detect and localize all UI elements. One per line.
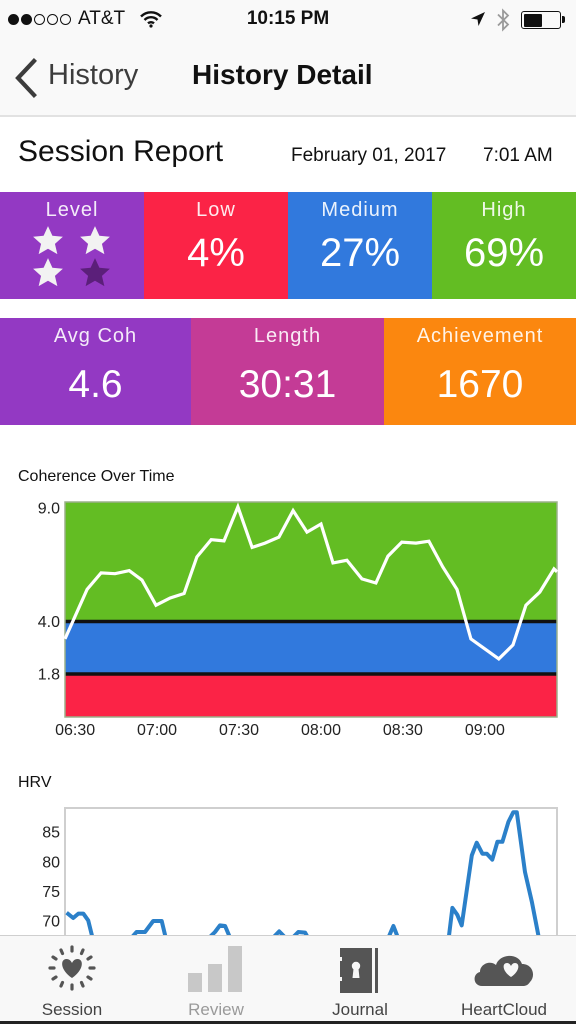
battery-tip [562,16,565,23]
band-low [65,674,557,717]
star-filled-icon [80,226,110,255]
coherence-chart-title: Coherence Over Time [18,468,175,485]
page-title: History Detail [192,59,373,90]
navigation-bar: History History Detail [0,40,576,117]
tab-journal-label: Journal [332,1000,388,1019]
tab-review-label: Review [188,1000,244,1019]
tab-heartcloud-label: HeartCloud [461,1000,547,1019]
tab-session[interactable]: Session [0,936,144,1022]
chevron-left-icon [15,58,37,98]
star-filled-icon [33,258,63,287]
hrv-chart: 85 80 75 70 [42,807,558,935]
length-tile: Length 30:31 [191,318,384,425]
y-tick-label: 85 [42,825,60,842]
y-tick-label: 80 [42,854,60,871]
x-tick-label: 06:30 [55,722,95,739]
medium-tile: Medium 27% [288,192,432,299]
length-label: Length [253,325,322,347]
achievement-value: 1670 [436,363,524,406]
battery-level-fill [523,13,543,27]
achievement-label: Achievement [416,325,544,347]
plot-border [64,807,558,935]
low-tile: Low 4% [144,192,288,299]
x-tick-label: 08:30 [383,722,423,739]
high-value: 69% [463,231,545,275]
x-tick-label: 08:00 [301,722,341,739]
back-button[interactable]: History [0,40,160,115]
star-filled-icon [33,226,63,255]
tab-review[interactable]: Review [144,936,288,1022]
x-tick-label: 07:30 [219,722,259,739]
avg-coherence-label: Avg Coh [53,325,138,347]
heart-burst-icon [48,945,96,991]
bar-chart-icon [188,946,242,992]
session-date: February 01, 2017 [291,145,447,166]
session-report-title: Session Report [18,135,224,168]
tab-session-label: Session [41,1000,103,1019]
low-value: 4% [187,231,245,275]
clock: 10:15 PM [246,8,330,29]
medium-label: Medium [321,199,399,221]
tab-journal[interactable]: Journal [288,936,432,1022]
status-bar: AT&T 10:15 PM [0,0,576,40]
y-tick-label: 1.8 [38,667,60,684]
hrv-chart-title: HRV [18,774,52,791]
achievement-tile: Achievement 1670 [384,318,576,425]
bluetooth-icon [497,8,510,32]
location-arrow-icon [471,12,485,26]
heart-cloud-icon [474,955,534,986]
band-high [65,502,557,622]
medium-value: 27% [319,231,401,275]
length-value: 30:31 [238,363,337,406]
journal-icon [338,948,378,993]
x-tick-label: 07:00 [137,722,177,739]
high-tile: High 69% [432,192,576,299]
y-tick-label: 70 [42,914,60,931]
y-tick-label: 75 [42,884,60,901]
low-label: Low [196,199,236,221]
coherence-chart: 9.0 4.0 1.8 06:30 07:00 07:30 08:00 08:30 09:00 [38,501,559,739]
level-tile: Level [0,192,144,299]
star-empty-icon [80,258,110,287]
tab-heartcloud[interactable]: HeartCloud [432,936,576,1022]
session-time: 7:01 AM [483,145,553,166]
y-tick-label: 4.0 [38,614,60,631]
x-tick-label: 09:00 [465,722,505,739]
high-label: High [481,199,527,221]
avg-coherence-value: 4.6 [68,363,123,406]
level-label: Level [45,199,99,221]
avg-coherence-tile: Avg Coh 4.6 [0,318,191,425]
battery-icon [521,11,561,29]
y-tick-label: 9.0 [38,501,60,518]
back-button-label: History [48,59,139,91]
tab-bar: Session Review Journal HeartCloud [0,935,576,1021]
